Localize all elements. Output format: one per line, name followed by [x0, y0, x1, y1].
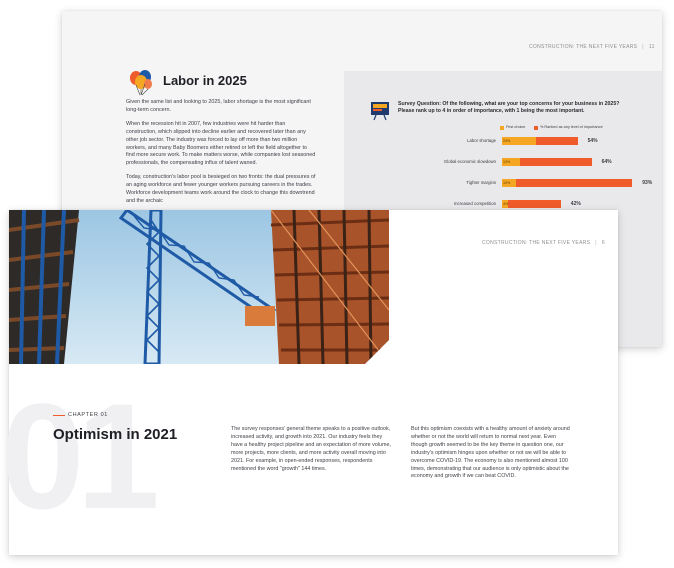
chapter-accent-line — [53, 415, 65, 416]
bar-value-label: 64% — [601, 159, 612, 165]
bar-ranked — [535, 137, 578, 145]
page-number: 6 — [601, 240, 605, 246]
bar-category-label: Tighter margins — [466, 180, 496, 185]
bar-value-label: 54% — [587, 138, 598, 144]
chapter-label: CHAPTER 01 — [68, 412, 108, 418]
bar-ranked — [507, 200, 561, 208]
bar-category-label: Increased competition — [453, 201, 496, 206]
chapter-title: Optimism in 2021 — [53, 426, 178, 443]
bar-ranked — [520, 158, 592, 166]
chapter-number-watermark: 01 — [1, 372, 160, 540]
front-page: CONSTRUCTION: THE NEXT FIVE YEARS | 6 01 C… — [1, 210, 618, 555]
bar-category-label: Global economic slowdown — [443, 159, 496, 164]
construction-crane-photo — [9, 210, 389, 364]
bar-value-label: 42% — [570, 201, 581, 207]
bar-ranked — [516, 179, 633, 187]
bar-first-choice-label: 10% — [503, 181, 511, 185]
bar-category-label: Labor shortage — [467, 138, 496, 143]
body-column-2: But this optimism coexists with a health… — [411, 426, 570, 480]
bar-first-choice-label: 24% — [503, 139, 511, 143]
body-column-1: The survey responses' general theme spea… — [231, 426, 392, 472]
running-title: CONSTRUCTION: THE NEXT FIVE YEARS — [482, 240, 591, 246]
bar-first-choice-label: 13% — [503, 160, 511, 164]
bar-value-label: 93% — [642, 180, 653, 186]
running-header: CONSTRUCTION: THE NEXT FIVE YEARS | 6 — [482, 240, 605, 246]
